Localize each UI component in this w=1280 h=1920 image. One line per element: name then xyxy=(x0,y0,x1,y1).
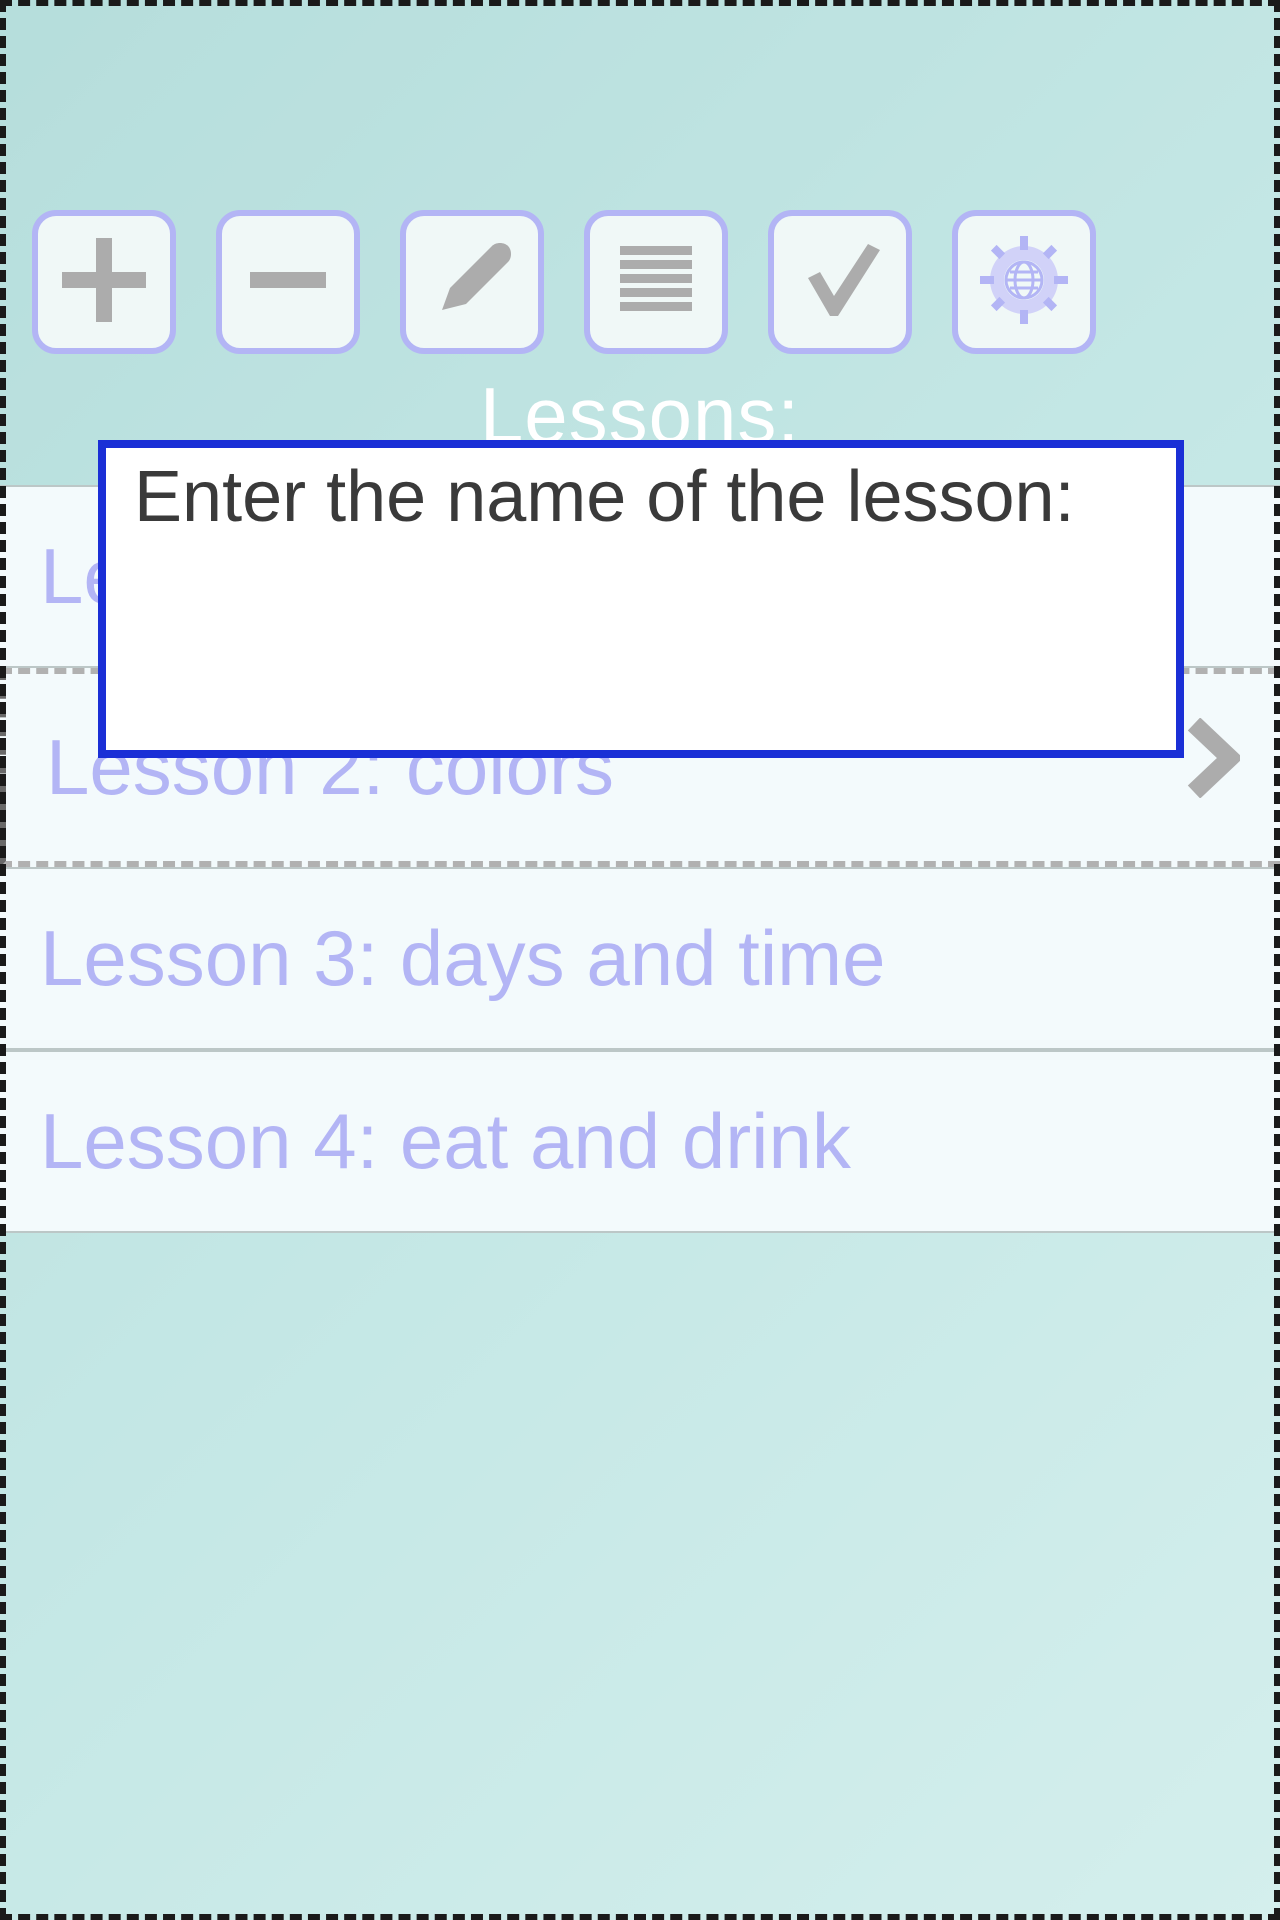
lesson-item[interactable]: Lesson 3: days and time xyxy=(0,867,1280,1050)
toolbar xyxy=(0,0,1280,354)
pencil-icon xyxy=(422,230,522,335)
lesson-label: Lesson 4: eat and drink xyxy=(40,1096,851,1187)
settings-button[interactable] xyxy=(952,210,1096,354)
add-button[interactable] xyxy=(32,210,176,354)
check-button[interactable] xyxy=(768,210,912,354)
list-icon xyxy=(606,230,706,335)
lesson-name-dialog[interactable]: Enter the name of the lesson: xyxy=(98,440,1184,758)
minus-icon xyxy=(238,230,338,335)
list-button[interactable] xyxy=(584,210,728,354)
plus-icon xyxy=(54,230,154,335)
dialog-prompt: Enter the name of the lesson: xyxy=(134,458,1148,537)
edit-button[interactable] xyxy=(400,210,544,354)
gear-globe-icon xyxy=(974,230,1074,335)
check-icon xyxy=(790,230,890,335)
remove-button[interactable] xyxy=(216,210,360,354)
chevron-right-icon xyxy=(1184,718,1240,817)
lesson-label: Lesson 3: days and time xyxy=(40,913,886,1004)
lesson-item[interactable]: Lesson 4: eat and drink xyxy=(0,1050,1280,1233)
